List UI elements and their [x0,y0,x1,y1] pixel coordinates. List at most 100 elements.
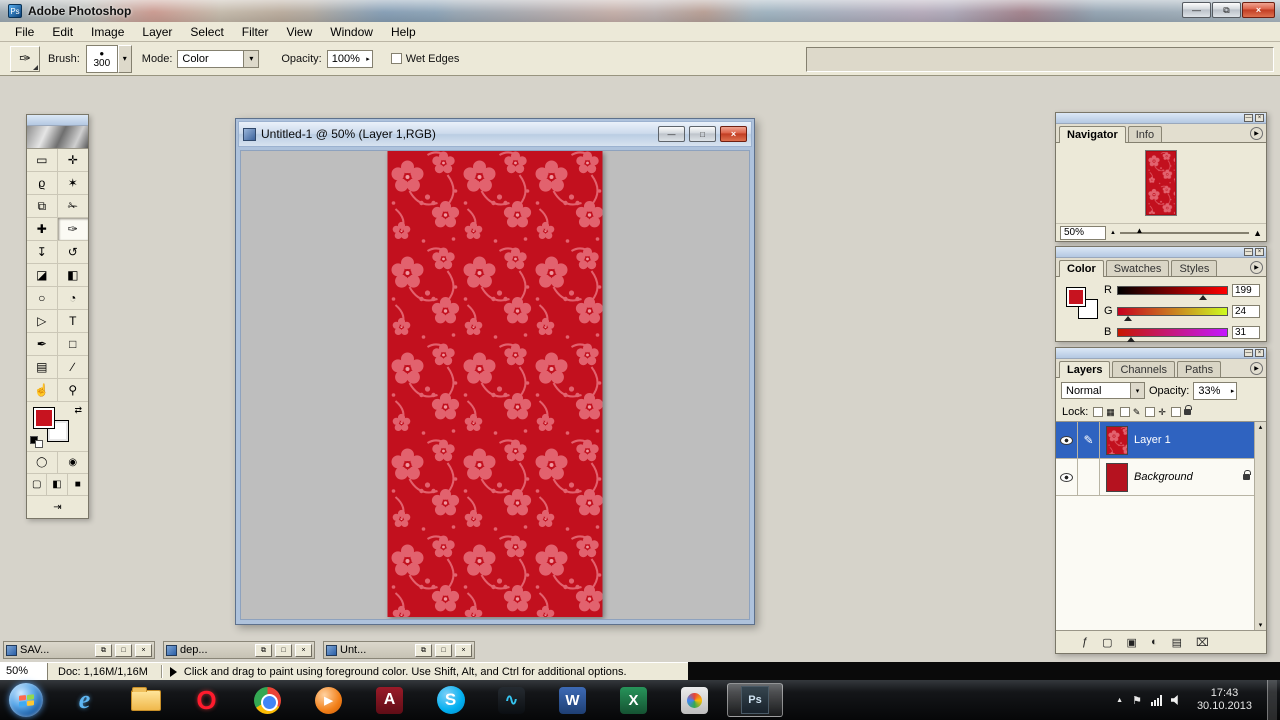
layer-thumbnail[interactable] [1106,463,1128,492]
layer-thumbnail[interactable] [1106,426,1128,455]
layer-opacity-arrow-icon[interactable]: ▸ [1231,387,1237,395]
adobe-online-button[interactable] [27,126,88,149]
tab-info[interactable]: Info [1128,126,1162,142]
layer-opacity-field[interactable]: 33% ▸ [1193,382,1237,400]
healing-brush-tool[interactable]: ✚ [27,218,58,241]
move-tool[interactable]: ✛ [58,149,89,172]
green-slider-thumb[interactable] [1124,316,1132,321]
taskbar-swirl-app[interactable]: ∿ [481,680,542,720]
foreground-color-chip[interactable] [1066,287,1086,307]
eyedropper-tool[interactable]: ∕ [58,356,89,379]
adjustment-layer-button[interactable]: ◐ [1151,636,1158,648]
brush-tool[interactable]: ✑ [58,218,89,241]
palette-menu-icon[interactable]: ▶ [1250,362,1263,375]
menu-window[interactable]: Window [321,23,382,41]
opacity-popup-arrow-icon[interactable]: ▸ [366,55,372,63]
lock-position-checkbox[interactable] [1145,407,1155,417]
layer-row-layer1[interactable]: ✎ Layer 1 [1056,422,1266,459]
red-slider-thumb[interactable] [1199,295,1207,300]
minimized-doc-sav[interactable]: SAV... ⧉ □ × [3,641,155,659]
brush-preset-picker[interactable]: ● 300 ▾ [86,45,132,73]
restore-button[interactable]: ⧉ [95,644,112,657]
pen-tool[interactable]: ✒ [27,333,58,356]
doc-maximize-button[interactable]: □ [689,126,716,142]
menu-filter[interactable]: Filter [233,23,278,41]
minimized-doc-unt[interactable]: Unt... ⧉ □ × [323,641,475,659]
default-colors-icon[interactable] [30,436,44,448]
new-layer-button[interactable]: ▤ [1172,636,1182,649]
navigator-zoom-slider[interactable]: ▲ [1120,232,1249,234]
slice-tool[interactable]: ✁ [58,195,89,218]
tab-layers[interactable]: Layers [1059,361,1110,378]
menu-file[interactable]: File [6,23,43,41]
mode-dropdown-arrow-icon[interactable]: ▾ [243,51,258,67]
tab-styles[interactable]: Styles [1171,260,1217,276]
zoom-out-icon[interactable]: ▲ [1110,230,1116,236]
delete-layer-button[interactable]: ⌧ [1196,636,1209,649]
palette-minimize-icon[interactable]: — [1244,114,1253,122]
menu-layer[interactable]: Layer [133,23,181,41]
restore-button[interactable]: ⧉ [1212,2,1241,18]
palette-menu-icon[interactable]: ▶ [1250,127,1263,140]
show-desktop-button[interactable] [1267,680,1277,720]
taskbar-chrome[interactable] [237,680,298,720]
blend-mode-select[interactable]: Color ▾ [177,50,259,68]
hidden-icons-button[interactable]: ▲ [1116,697,1123,704]
tab-swatches[interactable]: Swatches [1106,260,1170,276]
history-brush-tool[interactable]: ↺ [58,241,89,264]
fullscreen-menubar-button[interactable]: ◧ [47,474,67,496]
layer-name[interactable]: Layer 1 [1134,434,1171,446]
taskbar-media-player[interactable]: ▶ [298,680,359,720]
close-button[interactable]: × [295,644,312,657]
swap-colors-icon[interactable]: ⇄ [74,405,82,416]
blue-slider-thumb[interactable] [1127,337,1135,342]
rectangular-marquee-tool[interactable]: ▭ [27,149,58,172]
blur-tool[interactable]: ○ [27,287,58,310]
minimize-button[interactable]: — [1182,2,1211,18]
menu-help[interactable]: Help [382,23,425,41]
jump-to-imageready-button[interactable]: ⇥ [27,496,88,518]
taskbar-gallery-app[interactable] [664,680,725,720]
lock-image-checkbox[interactable] [1120,407,1130,417]
zoom-in-icon[interactable]: ▲ [1253,228,1262,238]
navigator-thumbnail[interactable] [1146,151,1176,215]
path-selection-tool[interactable]: ▷ [27,310,58,333]
tab-color[interactable]: Color [1059,260,1104,277]
lock-all-checkbox[interactable] [1171,407,1181,417]
doc-close-button[interactable]: × [720,126,747,142]
standard-screen-button[interactable]: ▢ [27,474,47,496]
navigator-drag-handle[interactable]: — × [1056,113,1266,124]
palette-close-icon[interactable]: × [1255,114,1264,122]
toolbox-drag-handle[interactable] [27,115,88,126]
fullscreen-button[interactable]: ■ [68,474,88,496]
status-zoom-field[interactable]: 50% [0,663,48,681]
scroll-up-icon[interactable]: ▴ [1255,423,1266,431]
maximize-button[interactable]: □ [275,644,292,657]
maximize-button[interactable]: □ [115,644,132,657]
layers-drag-handle[interactable]: — × [1056,348,1266,359]
taskbar-skype[interactable]: S [420,680,481,720]
network-icon[interactable] [1151,695,1162,706]
clone-stamp-tool[interactable]: ↧ [27,241,58,264]
magic-wand-tool[interactable]: ✶ [58,172,89,195]
menu-view[interactable]: View [277,23,321,41]
tab-channels[interactable]: Channels [1112,361,1174,377]
start-button[interactable] [9,683,43,717]
gradient-tool[interactable]: ◧ [58,264,89,287]
menu-select[interactable]: Select [181,23,232,41]
taskbar-word[interactable]: W [542,680,603,720]
menu-image[interactable]: Image [82,23,133,41]
zoom-slider-thumb[interactable]: ▲ [1135,226,1143,235]
taskbar-internet-explorer[interactable]: e [54,680,115,720]
navigator-zoom-field[interactable]: 50% [1060,226,1106,240]
tab-paths[interactable]: Paths [1177,361,1221,377]
visibility-toggle[interactable] [1056,422,1078,458]
green-slider[interactable] [1117,307,1228,316]
eraser-tool[interactable]: ◪ [27,264,58,287]
restore-button[interactable]: ⧉ [415,644,432,657]
green-value-field[interactable]: 24 [1232,305,1260,318]
taskbar-opera[interactable]: O [176,680,237,720]
lasso-tool[interactable]: ϱ [27,172,58,195]
lock-transparency-checkbox[interactable] [1093,407,1103,417]
shape-tool[interactable]: □ [58,333,89,356]
